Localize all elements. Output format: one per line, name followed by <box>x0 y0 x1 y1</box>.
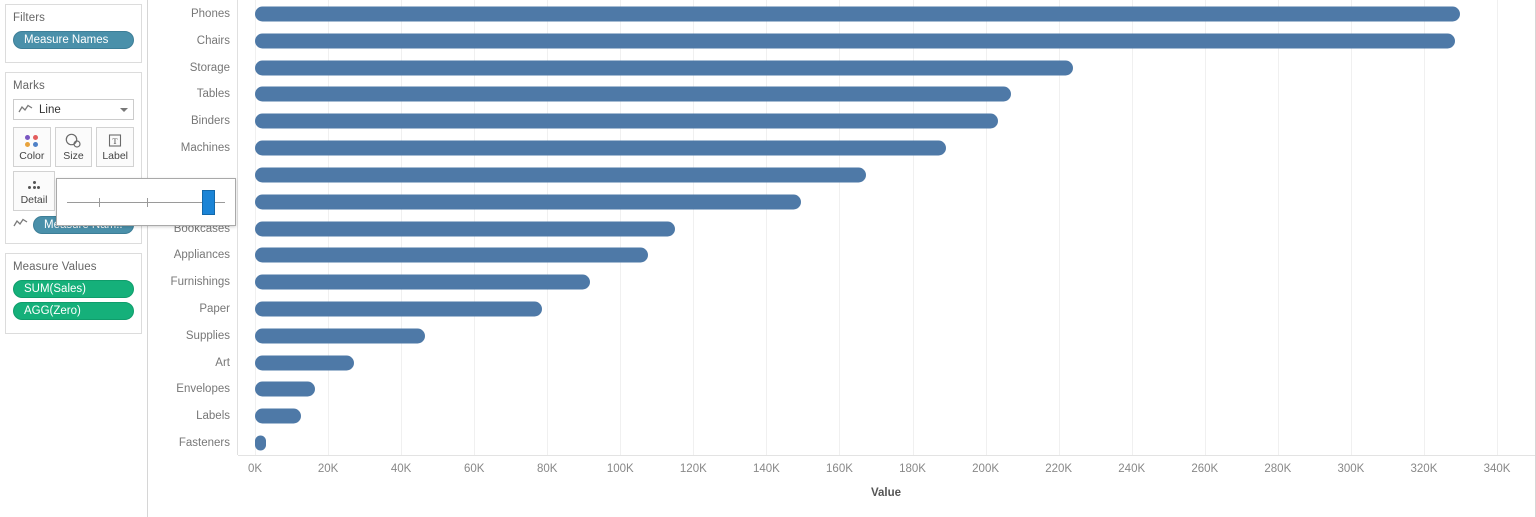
detail-button[interactable]: Detail <box>13 171 55 211</box>
mark-type-value: Line <box>39 103 61 116</box>
bar-mark[interactable] <box>255 167 867 183</box>
grid-line <box>1277 0 1279 455</box>
bar-mark[interactable] <box>255 435 267 451</box>
x-axis-tick-label: 80K <box>537 463 558 475</box>
x-axis-tick-label: 260K <box>1191 463 1219 475</box>
filters-card-title: Filters <box>13 12 46 24</box>
x-axis-tick-label: 280K <box>1264 463 1292 475</box>
size-slider-thumb[interactable] <box>202 190 215 215</box>
x-axis-tick-label: 340K <box>1483 463 1511 475</box>
detail-dots-icon <box>28 176 40 193</box>
bar-mark[interactable] <box>255 113 999 129</box>
grid-line <box>1350 0 1352 455</box>
measure-values-card: Measure Values SUM(Sales) AGG(Zero) <box>5 253 142 334</box>
x-axis-tick-label: 120K <box>679 463 707 475</box>
size-circles-icon <box>64 132 83 149</box>
y-axis-label-appliances[interactable]: Appliances <box>174 249 230 261</box>
line-chart-icon <box>13 216 28 234</box>
bar-mark[interactable] <box>255 6 1461 22</box>
size-button[interactable]: Size <box>54 127 93 167</box>
grid-line <box>1204 0 1206 455</box>
bar-mark[interactable] <box>255 274 590 290</box>
bar-mark[interactable] <box>255 194 802 210</box>
color-button[interactable]: Color <box>13 127 51 167</box>
bar-mark[interactable] <box>255 381 316 397</box>
x-axis-tick-label: 160K <box>826 463 853 475</box>
y-axis-label-tables[interactable]: Tables <box>197 88 230 100</box>
bar-mark[interactable] <box>255 33 1455 49</box>
measure-pill-label: AGG(Zero) <box>24 305 81 317</box>
x-axis-tick-label: 100K <box>606 463 634 475</box>
x-axis-tick-label: 20K <box>317 463 339 475</box>
mark-type-dropdown[interactable]: Line <box>13 99 134 120</box>
measure-pill-sum-sales[interactable]: SUM(Sales) <box>13 280 134 298</box>
color-button-label: Color <box>19 150 45 163</box>
bar-mark[interactable] <box>255 301 542 317</box>
marks-shelf-column: Filters Measure Names Marks Line Color S… <box>0 0 148 517</box>
grid-line <box>1423 0 1425 455</box>
x-axis: 0K 20K 40K 60K 80K 100K 120K 140K 160K 180K 200K 22… <box>238 455 1535 517</box>
x-axis-tick-label: 220K <box>1045 463 1073 475</box>
label-button[interactable]: T Label <box>96 127 135 167</box>
visualization-pane: Phones Chairs Storage Tables Binders Machines… <box>148 0 1536 517</box>
y-axis-label-machines[interactable]: Machines <box>181 142 230 154</box>
y-axis-label-art[interactable]: Art <box>215 357 230 369</box>
label-button-label: Label <box>102 150 129 163</box>
y-axis-label-binders[interactable]: Binders <box>191 115 230 127</box>
x-axis-tick-label: 140K <box>752 463 780 475</box>
bar-marks-container <box>238 0 1535 455</box>
bar-mark[interactable] <box>255 140 947 156</box>
y-axis-label-phones[interactable]: Phones <box>191 8 230 20</box>
size-button-label: Size <box>63 150 84 163</box>
svg-text:T: T <box>113 136 119 146</box>
x-axis-tick-label: 200K <box>972 463 1000 475</box>
x-axis-tick-label: 240K <box>1118 463 1146 475</box>
bar-mark[interactable] <box>255 328 426 344</box>
detail-button-label: Detail <box>20 194 48 207</box>
filter-pill-measure-names[interactable]: Measure Names <box>13 31 134 49</box>
x-axis-tick-label: 300K <box>1337 463 1365 475</box>
plot-area: Phones Chairs Storage Tables Binders Machines… <box>148 0 1535 455</box>
color-dots-icon <box>24 132 39 149</box>
x-axis-line <box>238 455 1535 456</box>
size-slider-tick <box>147 198 148 207</box>
filter-pill-label: Measure Names <box>24 34 109 46</box>
y-axis-label-supplies[interactable]: Supplies <box>186 330 230 342</box>
y-axis-label-chairs[interactable]: Chairs <box>197 35 230 47</box>
text-label-icon: T <box>107 132 123 149</box>
bar-mark[interactable] <box>255 86 1012 102</box>
marks-button-row-1: Color Size T Label <box>13 127 135 167</box>
tableau-worksheet: Filters Measure Names Marks Line Color S… <box>0 0 1536 517</box>
y-axis-label-furnishings[interactable]: Furnishings <box>171 276 230 288</box>
y-axis-category-labels: Phones Chairs Storage Tables Binders Machines… <box>148 0 238 455</box>
size-slider-popup[interactable] <box>56 178 236 226</box>
measure-values-card-title: Measure Values <box>13 261 97 273</box>
filters-card: Filters Measure Names <box>5 4 142 63</box>
bar-mark[interactable] <box>255 221 675 236</box>
chevron-down-icon <box>120 107 128 112</box>
y-axis-label-paper[interactable]: Paper <box>199 303 230 315</box>
x-axis-tick-label: 320K <box>1410 463 1438 475</box>
y-axis-label-labels[interactable]: Labels <box>196 410 230 422</box>
y-axis-label-fasteners[interactable]: Fasteners <box>179 437 230 449</box>
size-slider-tick <box>99 198 100 207</box>
x-axis-tick-label: 40K <box>390 463 412 475</box>
marks-card-title: Marks <box>13 80 45 92</box>
x-axis-tick-label: 180K <box>899 463 926 475</box>
x-axis-tick-label: 0K <box>247 463 263 475</box>
bar-mark[interactable] <box>255 355 355 371</box>
measure-pill-label: SUM(Sales) <box>24 283 86 295</box>
grid-line <box>1131 0 1133 455</box>
measure-pill-agg-zero[interactable]: AGG(Zero) <box>13 302 134 320</box>
x-axis-title[interactable]: Value <box>871 487 901 499</box>
bar-mark[interactable] <box>255 60 1073 76</box>
grid-line <box>1497 0 1498 455</box>
bar-mark[interactable] <box>255 408 301 424</box>
line-chart-icon <box>18 104 33 115</box>
x-axis-tick-label: 60K <box>463 463 485 475</box>
bar-mark[interactable] <box>255 247 648 263</box>
y-axis-label-storage[interactable]: Storage <box>190 62 230 74</box>
y-axis-label-envelopes[interactable]: Envelopes <box>176 383 230 395</box>
